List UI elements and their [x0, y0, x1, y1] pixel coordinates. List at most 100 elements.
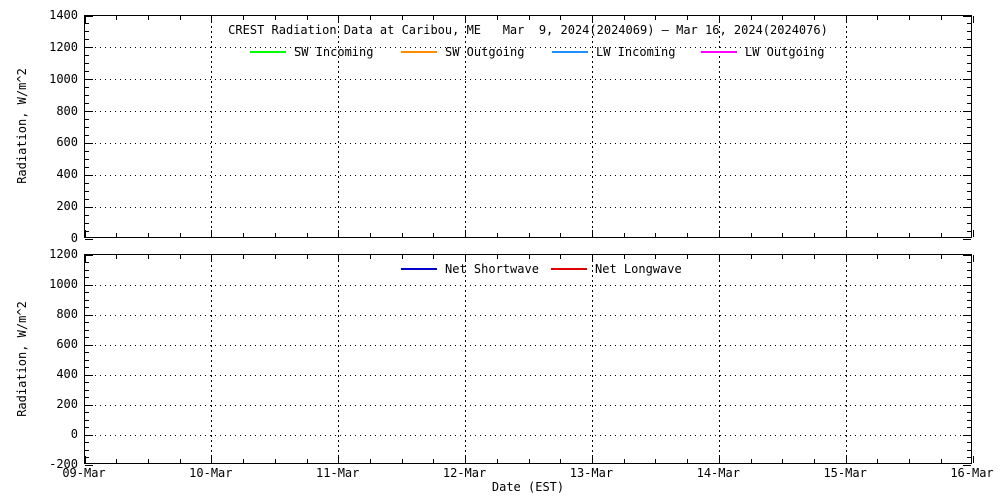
tick-mark — [243, 255, 244, 259]
tick-mark — [85, 127, 89, 128]
tick-mark — [433, 255, 434, 259]
tick-mark — [85, 292, 89, 293]
tick-mark — [85, 95, 89, 96]
bottom-y-axis-label: Radiation, W/m^2 — [15, 301, 29, 417]
tick-mark — [85, 322, 89, 323]
tick-mark — [967, 292, 971, 293]
tick-mark — [967, 23, 971, 24]
tick-mark — [967, 382, 971, 383]
y-tick-label: 200 — [34, 199, 78, 213]
tick-mark — [116, 16, 117, 20]
tick-mark — [967, 307, 971, 308]
gridline-vertical — [846, 255, 847, 463]
tick-mark — [275, 459, 276, 463]
gridline-horizontal — [85, 79, 971, 80]
tick-mark — [967, 442, 971, 443]
y-tick-label: 0 — [34, 427, 78, 441]
tick-mark — [967, 183, 971, 184]
tick-mark — [85, 39, 89, 40]
gridline-horizontal — [85, 285, 971, 286]
tick-mark — [148, 255, 149, 259]
tick-mark — [402, 459, 403, 463]
tick-mark — [967, 337, 971, 338]
tick-mark — [655, 233, 656, 237]
tick-mark — [307, 233, 308, 237]
gridline-vertical — [465, 255, 466, 463]
legend-item-lw-outgoing: LW Outgoing — [701, 45, 824, 59]
gridline-horizontal — [85, 111, 971, 112]
tick-mark — [85, 23, 89, 24]
tick-mark — [148, 459, 149, 463]
tick-mark — [85, 427, 89, 428]
tick-mark — [963, 239, 971, 240]
tick-mark — [909, 233, 910, 237]
tick-mark — [967, 360, 971, 361]
tick-mark — [967, 167, 971, 168]
tick-mark — [560, 16, 561, 20]
gridline-horizontal — [85, 375, 971, 376]
legend-line-net-shortwave — [401, 268, 437, 270]
legend-line-lw-incoming — [552, 51, 588, 53]
gridline-horizontal — [85, 175, 971, 176]
tick-mark — [85, 337, 89, 338]
tick-mark — [687, 459, 688, 463]
y-tick-label: 0 — [34, 231, 78, 245]
legend-label: SW Incoming — [294, 45, 373, 59]
tick-mark — [85, 191, 89, 192]
tick-mark — [967, 63, 971, 64]
tick-mark — [275, 233, 276, 237]
tick-mark — [967, 270, 971, 271]
tick-mark — [967, 87, 971, 88]
gridline-horizontal — [85, 405, 971, 406]
tick-mark — [967, 330, 971, 331]
x-tick-label: 12-Mar — [425, 466, 505, 480]
chart-title: CREST Radiation Data at Caribou, ME Mar … — [85, 23, 971, 37]
tick-mark — [967, 55, 971, 56]
tick-mark — [402, 255, 403, 259]
tick-mark — [275, 16, 276, 20]
gridline-vertical — [211, 16, 212, 237]
x-tick-label: 09-Mar — [44, 466, 124, 480]
tick-mark — [751, 459, 752, 463]
tick-mark — [85, 151, 89, 152]
gridline-vertical — [719, 255, 720, 463]
tick-mark — [655, 16, 656, 20]
tick-mark — [85, 31, 89, 32]
tick-mark — [687, 16, 688, 20]
tick-mark — [85, 277, 89, 278]
tick-mark — [243, 16, 244, 20]
tick-mark — [85, 183, 89, 184]
legend-item-net-shortwave: Net Shortwave — [401, 262, 539, 276]
tick-mark — [402, 16, 403, 20]
tick-mark — [941, 233, 942, 237]
tick-mark — [85, 300, 89, 301]
tick-mark — [85, 159, 89, 160]
tick-mark — [814, 233, 815, 237]
tick-mark — [529, 16, 530, 20]
tick-mark — [116, 459, 117, 463]
x-tick-label: 10-Mar — [171, 466, 251, 480]
gridline-horizontal — [85, 315, 971, 316]
tick-mark — [180, 233, 181, 237]
tick-mark — [782, 459, 783, 463]
gridline-vertical — [211, 255, 212, 463]
tick-mark — [370, 233, 371, 237]
tick-mark — [967, 277, 971, 278]
tick-mark — [85, 450, 89, 451]
tick-mark — [85, 55, 89, 56]
tick-mark — [402, 233, 403, 237]
gridline-horizontal — [85, 345, 971, 346]
y-tick-label: 800 — [34, 307, 78, 321]
tick-mark — [560, 459, 561, 463]
tick-mark — [751, 16, 752, 20]
tick-mark — [85, 382, 89, 383]
tick-mark — [85, 420, 89, 421]
tick-mark — [967, 390, 971, 391]
tick-mark — [782, 16, 783, 20]
tick-mark — [967, 300, 971, 301]
gridline-horizontal — [85, 435, 971, 436]
tick-mark — [967, 223, 971, 224]
tick-mark — [85, 231, 89, 232]
legend-item-net-longwave: Net Longwave — [551, 262, 682, 276]
tick-mark — [180, 255, 181, 259]
